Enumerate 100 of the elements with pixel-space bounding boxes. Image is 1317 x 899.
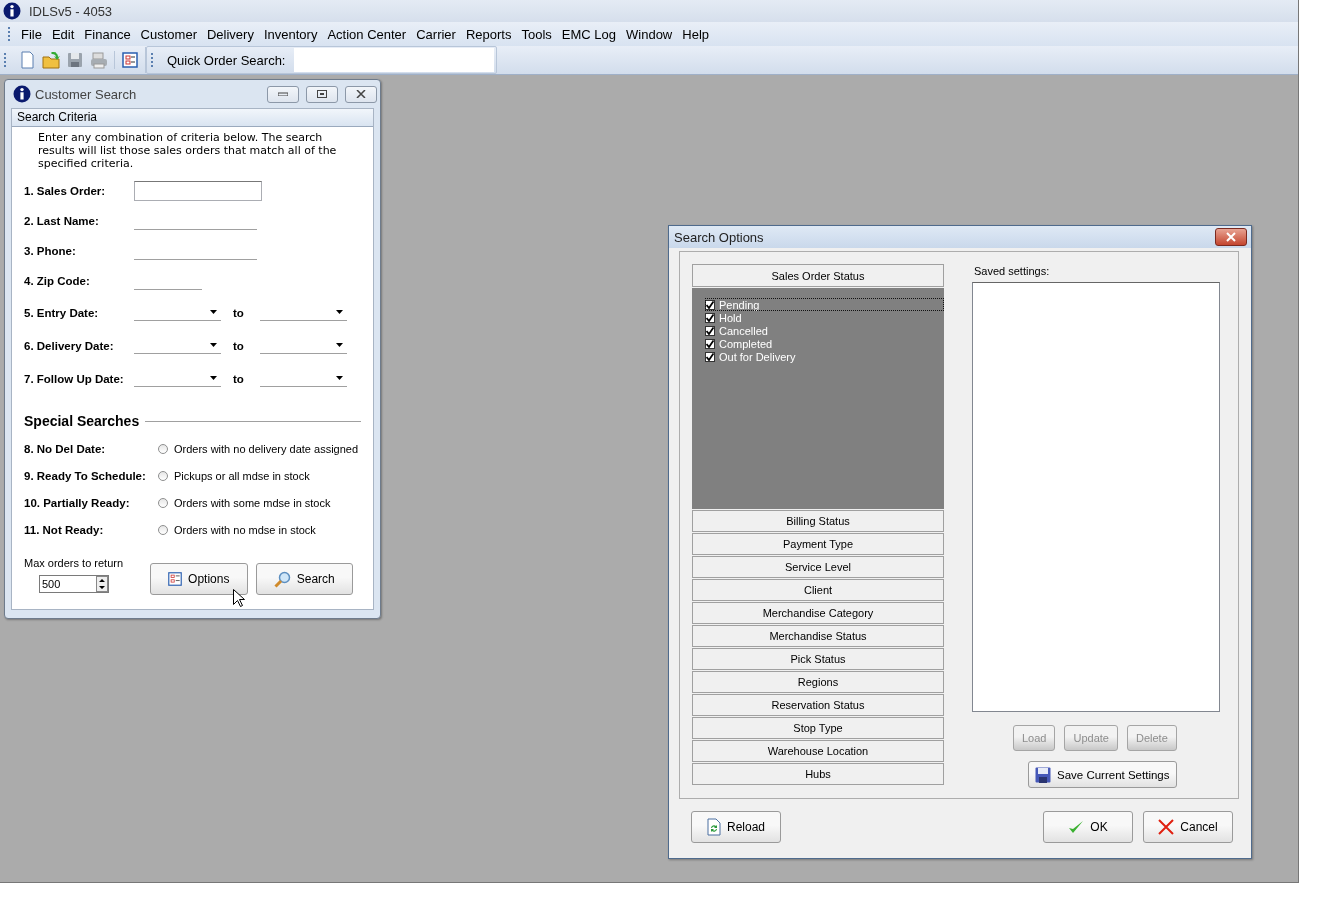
minimize-icon bbox=[278, 92, 288, 96]
search-icon bbox=[273, 570, 291, 588]
menu-item[interactable]: File bbox=[16, 24, 47, 44]
accordion-header[interactable]: Stop Type bbox=[692, 717, 944, 739]
to-label: to bbox=[232, 306, 245, 319]
menu-item[interactable]: Reports bbox=[460, 24, 517, 44]
accordion-header[interactable]: Client bbox=[692, 579, 944, 601]
new-document-icon[interactable] bbox=[18, 51, 36, 69]
sales-order-field[interactable] bbox=[134, 181, 262, 201]
checkmark-icon bbox=[1068, 820, 1085, 834]
accordion-header[interactable]: Regions bbox=[692, 671, 944, 693]
app-info-icon bbox=[3, 2, 21, 20]
save-settings-button[interactable]: Save Current Settings bbox=[1028, 761, 1177, 788]
field-label: 7. Follow Up Date: bbox=[24, 372, 125, 385]
checkbox-label: Hold bbox=[719, 311, 742, 324]
field-label: 1. Sales Order: bbox=[24, 185, 107, 197]
checkbox[interactable] bbox=[705, 299, 715, 310]
close-button[interactable] bbox=[345, 85, 377, 103]
checkbox-label: Out for Delivery bbox=[719, 350, 796, 363]
menu-item[interactable]: Help bbox=[677, 24, 714, 44]
radio-button[interactable] bbox=[158, 470, 168, 481]
max-orders-label: Max orders to return bbox=[24, 557, 125, 569]
instructions-text: Enter any combination of criteria below. The search results will list those sales orders that match all of the specified criteria. bbox=[38, 131, 338, 170]
accordion-header[interactable]: Reservation Status bbox=[692, 694, 944, 716]
menu-item[interactable]: Edit bbox=[46, 24, 80, 44]
radio-button[interactable] bbox=[158, 443, 168, 454]
accordion-header[interactable]: Service Level bbox=[692, 556, 944, 578]
to-label: to bbox=[232, 339, 245, 352]
options-button[interactable]: Options bbox=[150, 563, 248, 595]
close-icon bbox=[1158, 819, 1175, 835]
accordion-header[interactable]: Sales Order Status bbox=[692, 264, 944, 287]
ok-button[interactable]: OK bbox=[1043, 811, 1133, 843]
restore-button[interactable] bbox=[306, 85, 338, 103]
window-title: Customer Search bbox=[35, 86, 138, 102]
accordion-header[interactable]: Warehouse Location bbox=[692, 740, 944, 762]
saved-settings-label: Saved settings: bbox=[974, 265, 1051, 277]
accordion-header[interactable]: Merchandise Status bbox=[692, 625, 944, 647]
radio-label: Pickups or all mdse in stock bbox=[174, 469, 310, 482]
close-button[interactable] bbox=[1215, 228, 1247, 246]
reload-button[interactable]: Reload bbox=[691, 811, 781, 843]
open-folder-icon[interactable] bbox=[42, 51, 60, 69]
checklist-icon[interactable] bbox=[121, 51, 139, 69]
checkbox[interactable] bbox=[705, 325, 715, 336]
dropdown-arrow-icon[interactable] bbox=[210, 376, 217, 380]
checkbox[interactable] bbox=[705, 351, 715, 362]
field-label: 9. Ready To Schedule: bbox=[24, 469, 147, 482]
field-label: 8. No Del Date: bbox=[24, 442, 107, 455]
window-title: IDLSv5 - 4053 bbox=[29, 3, 113, 19]
section-header: Search Criteria bbox=[12, 109, 373, 127]
radio-button[interactable] bbox=[158, 497, 168, 508]
checkbox[interactable] bbox=[705, 312, 715, 323]
field-label: 3. Phone: bbox=[24, 245, 77, 257]
accordion-header[interactable]: Payment Type bbox=[692, 533, 944, 555]
menu-item[interactable]: Window bbox=[621, 24, 678, 44]
restore-icon bbox=[317, 90, 327, 98]
field-label: 11. Not Ready: bbox=[24, 523, 105, 536]
radio-button[interactable] bbox=[158, 524, 168, 535]
checkbox-label: Pending bbox=[719, 298, 760, 311]
accordion-header[interactable]: Merchandise Category bbox=[692, 602, 944, 624]
checkbox-label: Completed bbox=[719, 337, 773, 350]
menu-item[interactable]: Delivery bbox=[201, 24, 259, 44]
dropdown-arrow-icon[interactable] bbox=[210, 310, 217, 314]
cancel-button[interactable]: Cancel bbox=[1143, 811, 1233, 843]
dialog-title: Search Options bbox=[674, 229, 764, 245]
accordion-header[interactable]: Pick Status bbox=[692, 648, 944, 670]
dropdown-arrow-icon[interactable] bbox=[210, 343, 217, 347]
minimize-button[interactable] bbox=[267, 85, 299, 103]
accordion-header[interactable]: Hubs bbox=[692, 763, 944, 785]
field-label: 5. Entry Date: bbox=[24, 306, 100, 319]
checklist-icon bbox=[168, 572, 183, 586]
checkbox[interactable] bbox=[705, 338, 715, 349]
menu-item[interactable]: Action Center bbox=[322, 24, 412, 44]
dropdown-arrow-icon[interactable] bbox=[336, 310, 343, 314]
field-label: 2. Last Name: bbox=[24, 215, 100, 227]
reload-icon bbox=[707, 818, 721, 836]
menu-item[interactable]: Inventory bbox=[258, 24, 323, 44]
to-label: to bbox=[232, 372, 245, 385]
accordion-header[interactable]: Billing Status bbox=[692, 510, 944, 532]
save-icon bbox=[1035, 766, 1051, 783]
menu-item[interactable]: Tools bbox=[516, 24, 557, 44]
radio-label: Orders with no mdse in stock bbox=[174, 523, 316, 536]
field-label: 10. Partially Ready: bbox=[24, 496, 131, 509]
radio-label: Orders with no delivery date assigned bbox=[174, 442, 359, 455]
window-info-icon bbox=[13, 85, 31, 103]
dropdown-arrow-icon[interactable] bbox=[336, 343, 343, 347]
save-icon[interactable] bbox=[66, 51, 84, 69]
close-icon bbox=[356, 90, 366, 98]
dropdown-arrow-icon[interactable] bbox=[336, 376, 343, 380]
section-title: Special Searches bbox=[24, 413, 140, 429]
field-label: 6. Delivery Date: bbox=[24, 339, 115, 352]
checkbox-label: Cancelled bbox=[719, 324, 768, 337]
menu-item[interactable]: EMC Log bbox=[556, 24, 621, 44]
field-label: 4. Zip Code: bbox=[24, 275, 91, 287]
printer-icon[interactable] bbox=[90, 51, 108, 69]
menu-item[interactable]: Finance bbox=[79, 24, 136, 44]
search-button[interactable]: Search bbox=[255, 563, 353, 595]
radio-label: Orders with some mdse in stock bbox=[174, 496, 331, 509]
menu-item[interactable]: Carrier bbox=[411, 24, 461, 44]
max-orders-spinner[interactable]: 500 bbox=[39, 575, 109, 593]
menu-item[interactable]: Customer bbox=[135, 24, 202, 44]
